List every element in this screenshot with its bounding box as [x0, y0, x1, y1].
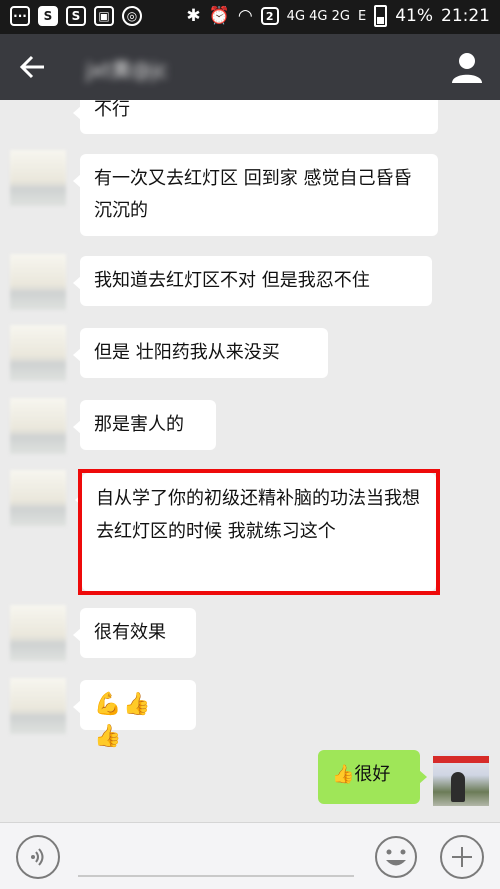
message-bubble[interactable]: 💪👍👍: [73, 680, 196, 749]
avatar[interactable]: [10, 678, 66, 734]
arrow-left-icon[interactable]: [18, 52, 48, 82]
message-icon: ···: [10, 6, 30, 26]
s-app-icon: S: [38, 6, 58, 26]
message-text: 那是害人的: [94, 414, 184, 435]
message-text: 不行: [94, 100, 130, 120]
message-bubble[interactable]: 不行: [73, 100, 438, 134]
wifi-icon: ◠: [237, 6, 253, 26]
message-text: 但是 壮阳药我从来没买: [94, 342, 280, 363]
chat-header: jxt黄@jc: [0, 34, 500, 100]
voice-button[interactable]: [16, 835, 60, 879]
message-text: 有一次又去红灯区 回到家 感觉自己昏昏沉沉的: [94, 168, 412, 221]
avatar[interactable]: [10, 150, 66, 206]
input-bar: [0, 822, 500, 889]
smart-icon: ◎: [122, 6, 142, 26]
my-avatar[interactable]: [433, 750, 489, 806]
message-bubble[interactable]: 我知道去红灯区不对 但是我忍不住: [73, 256, 432, 306]
sim-badge: 2: [260, 7, 279, 25]
message-text: 👍很好: [332, 764, 391, 785]
message-input[interactable]: [78, 875, 354, 877]
avatar[interactable]: [10, 605, 66, 661]
sent-message-bubble[interactable]: 👍很好: [318, 750, 427, 804]
person-icon[interactable]: [450, 50, 484, 84]
avatar[interactable]: [10, 325, 66, 381]
message-bubble[interactable]: 有一次又去红灯区 回到家 感觉自己昏昏沉沉的: [73, 154, 438, 236]
s-app-icon: S: [66, 6, 86, 26]
status-bar: ··· S S ▣ ◎ ✱ ⏰ ◠ 2 4G 4G 2G E 41% 21:21: [0, 0, 500, 34]
battery-icon: [374, 5, 388, 27]
chat-title: jxt黄@jc: [86, 58, 168, 82]
message-text: 很有效果: [94, 622, 166, 643]
emoji-text: 💪👍👍: [94, 692, 153, 749]
message-text: 自从学了你的初级还精补脑的功法当我想去红灯区的时候 我就练习这个: [96, 488, 420, 542]
alarm-icon: ⏰: [208, 6, 230, 26]
message-bubble[interactable]: 但是 壮阳药我从来没买: [73, 328, 328, 378]
message-text: 我知道去红灯区不对 但是我忍不住: [94, 270, 370, 291]
clock: 21:21: [441, 6, 490, 26]
battery-percent: 41%: [395, 6, 433, 26]
voice-icon: [31, 848, 44, 866]
image-icon: ▣: [94, 6, 114, 26]
avatar[interactable]: [10, 398, 66, 454]
message-bubble[interactable]: 很有效果: [73, 608, 196, 658]
message-bubble[interactable]: 那是害人的: [73, 400, 216, 450]
plus-button[interactable]: [440, 835, 484, 879]
smiley-icon[interactable]: [374, 835, 418, 879]
message-bubble[interactable]: 自从学了你的初级还精补脑的功法当我想去红灯区的时候 我就练习这个: [75, 473, 436, 591]
carrier-e: E: [357, 8, 367, 24]
network-labels: 4G 4G 2G: [286, 8, 350, 24]
avatar[interactable]: [10, 254, 66, 310]
bluetooth-icon: ✱: [186, 6, 201, 26]
avatar[interactable]: [10, 470, 66, 526]
message-list: 不行 有一次又去红灯区 回到家 感觉自己昏昏沉沉的 我知道去红灯区不对 但是我忍…: [0, 100, 500, 822]
